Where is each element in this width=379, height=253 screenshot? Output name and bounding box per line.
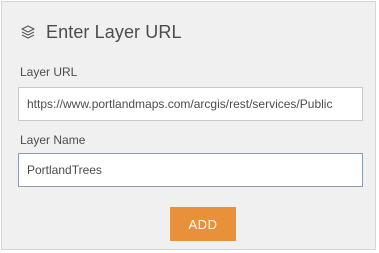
layers-icon — [18, 22, 38, 42]
panel-title: Enter Layer URL — [46, 21, 182, 42]
layer-name-label: Layer Name — [20, 133, 86, 147]
layer-url-label: Layer URL — [20, 65, 78, 79]
add-button[interactable]: ADD — [170, 207, 236, 241]
enter-layer-url-panel: Enter Layer URL Layer URL Layer Name ADD — [1, 1, 376, 250]
layer-url-input[interactable] — [18, 87, 363, 121]
panel-header: Enter Layer URL — [18, 19, 182, 45]
layer-name-input[interactable] — [18, 153, 363, 187]
